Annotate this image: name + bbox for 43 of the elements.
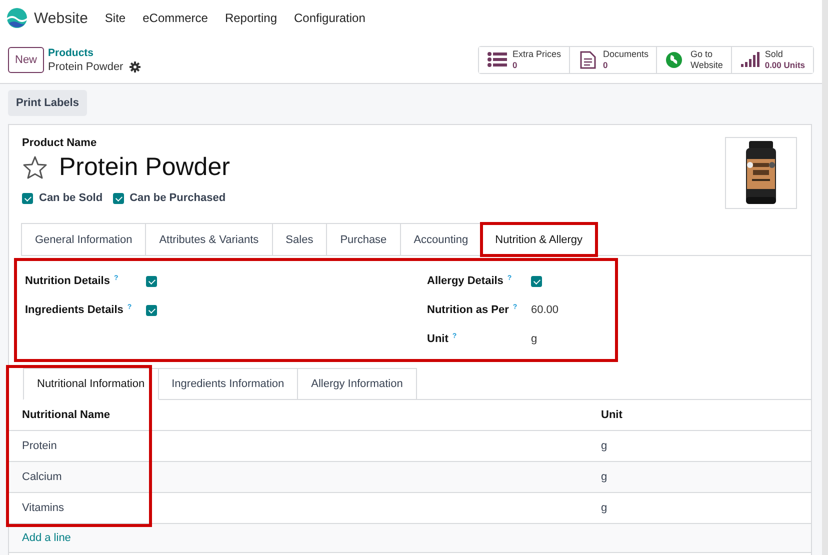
settings-icon[interactable] xyxy=(129,60,142,72)
field-label: Allergy Details xyxy=(427,275,504,287)
record-title: Protein Powder xyxy=(48,60,124,74)
tab[interactable]: Allergy Information xyxy=(297,368,417,399)
field-value[interactable]: 60.00 xyxy=(531,304,559,316)
tab[interactable]: Nutritional Information xyxy=(23,368,159,400)
checkbox[interactable] xyxy=(531,276,542,286)
new-button[interactable]: New xyxy=(8,46,44,72)
tab[interactable]: Nutrition & Allergy xyxy=(481,223,597,256)
star-icon[interactable] xyxy=(22,155,48,180)
checkbox-label: Can be Purchased xyxy=(130,192,226,204)
smart-button[interactable]: Extra Prices 0 xyxy=(479,46,570,72)
checkbox[interactable] xyxy=(146,276,157,286)
table-cell[interactable]: g xyxy=(588,430,811,462)
product-name: Protein Powder xyxy=(59,153,230,182)
breadcrumb-link[interactable]: Products xyxy=(48,46,142,60)
field-label: Unit xyxy=(427,333,448,345)
menu-item[interactable]: eCommerce xyxy=(142,11,208,25)
field-value[interactable]: g xyxy=(531,333,538,345)
print-labels-button[interactable]: Print Labels xyxy=(8,90,87,116)
field-label: Nutrition Details xyxy=(25,275,110,287)
checkbox[interactable] xyxy=(22,192,33,204)
table-cell[interactable]: g xyxy=(588,492,811,524)
app-name[interactable]: Website xyxy=(34,10,88,26)
bar-chart-icon xyxy=(740,50,760,68)
table-cell[interactable]: Protein xyxy=(9,430,149,462)
menu-item[interactable]: Reporting xyxy=(224,11,277,25)
checkbox[interactable] xyxy=(112,192,124,204)
table-cell[interactable]: Vitamins xyxy=(9,492,149,524)
checkbox[interactable] xyxy=(146,304,157,316)
document-icon xyxy=(578,50,598,68)
field-label: Ingredients Details xyxy=(25,304,124,316)
menu-item[interactable]: Site xyxy=(104,11,126,25)
field-label: Nutrition as Per xyxy=(427,304,509,316)
checkbox-label: Can be Sold xyxy=(39,192,103,204)
table-cell[interactable]: g xyxy=(588,462,811,492)
list-icon xyxy=(487,50,508,68)
field-label: Product Name xyxy=(22,137,98,149)
menu-item[interactable]: Configuration xyxy=(294,11,366,25)
tab[interactable]: General Information xyxy=(21,223,146,255)
app-logo-icon xyxy=(6,7,28,29)
add-line-link[interactable]: Add a line xyxy=(22,532,71,544)
table-cell[interactable]: Calcium xyxy=(9,462,149,492)
